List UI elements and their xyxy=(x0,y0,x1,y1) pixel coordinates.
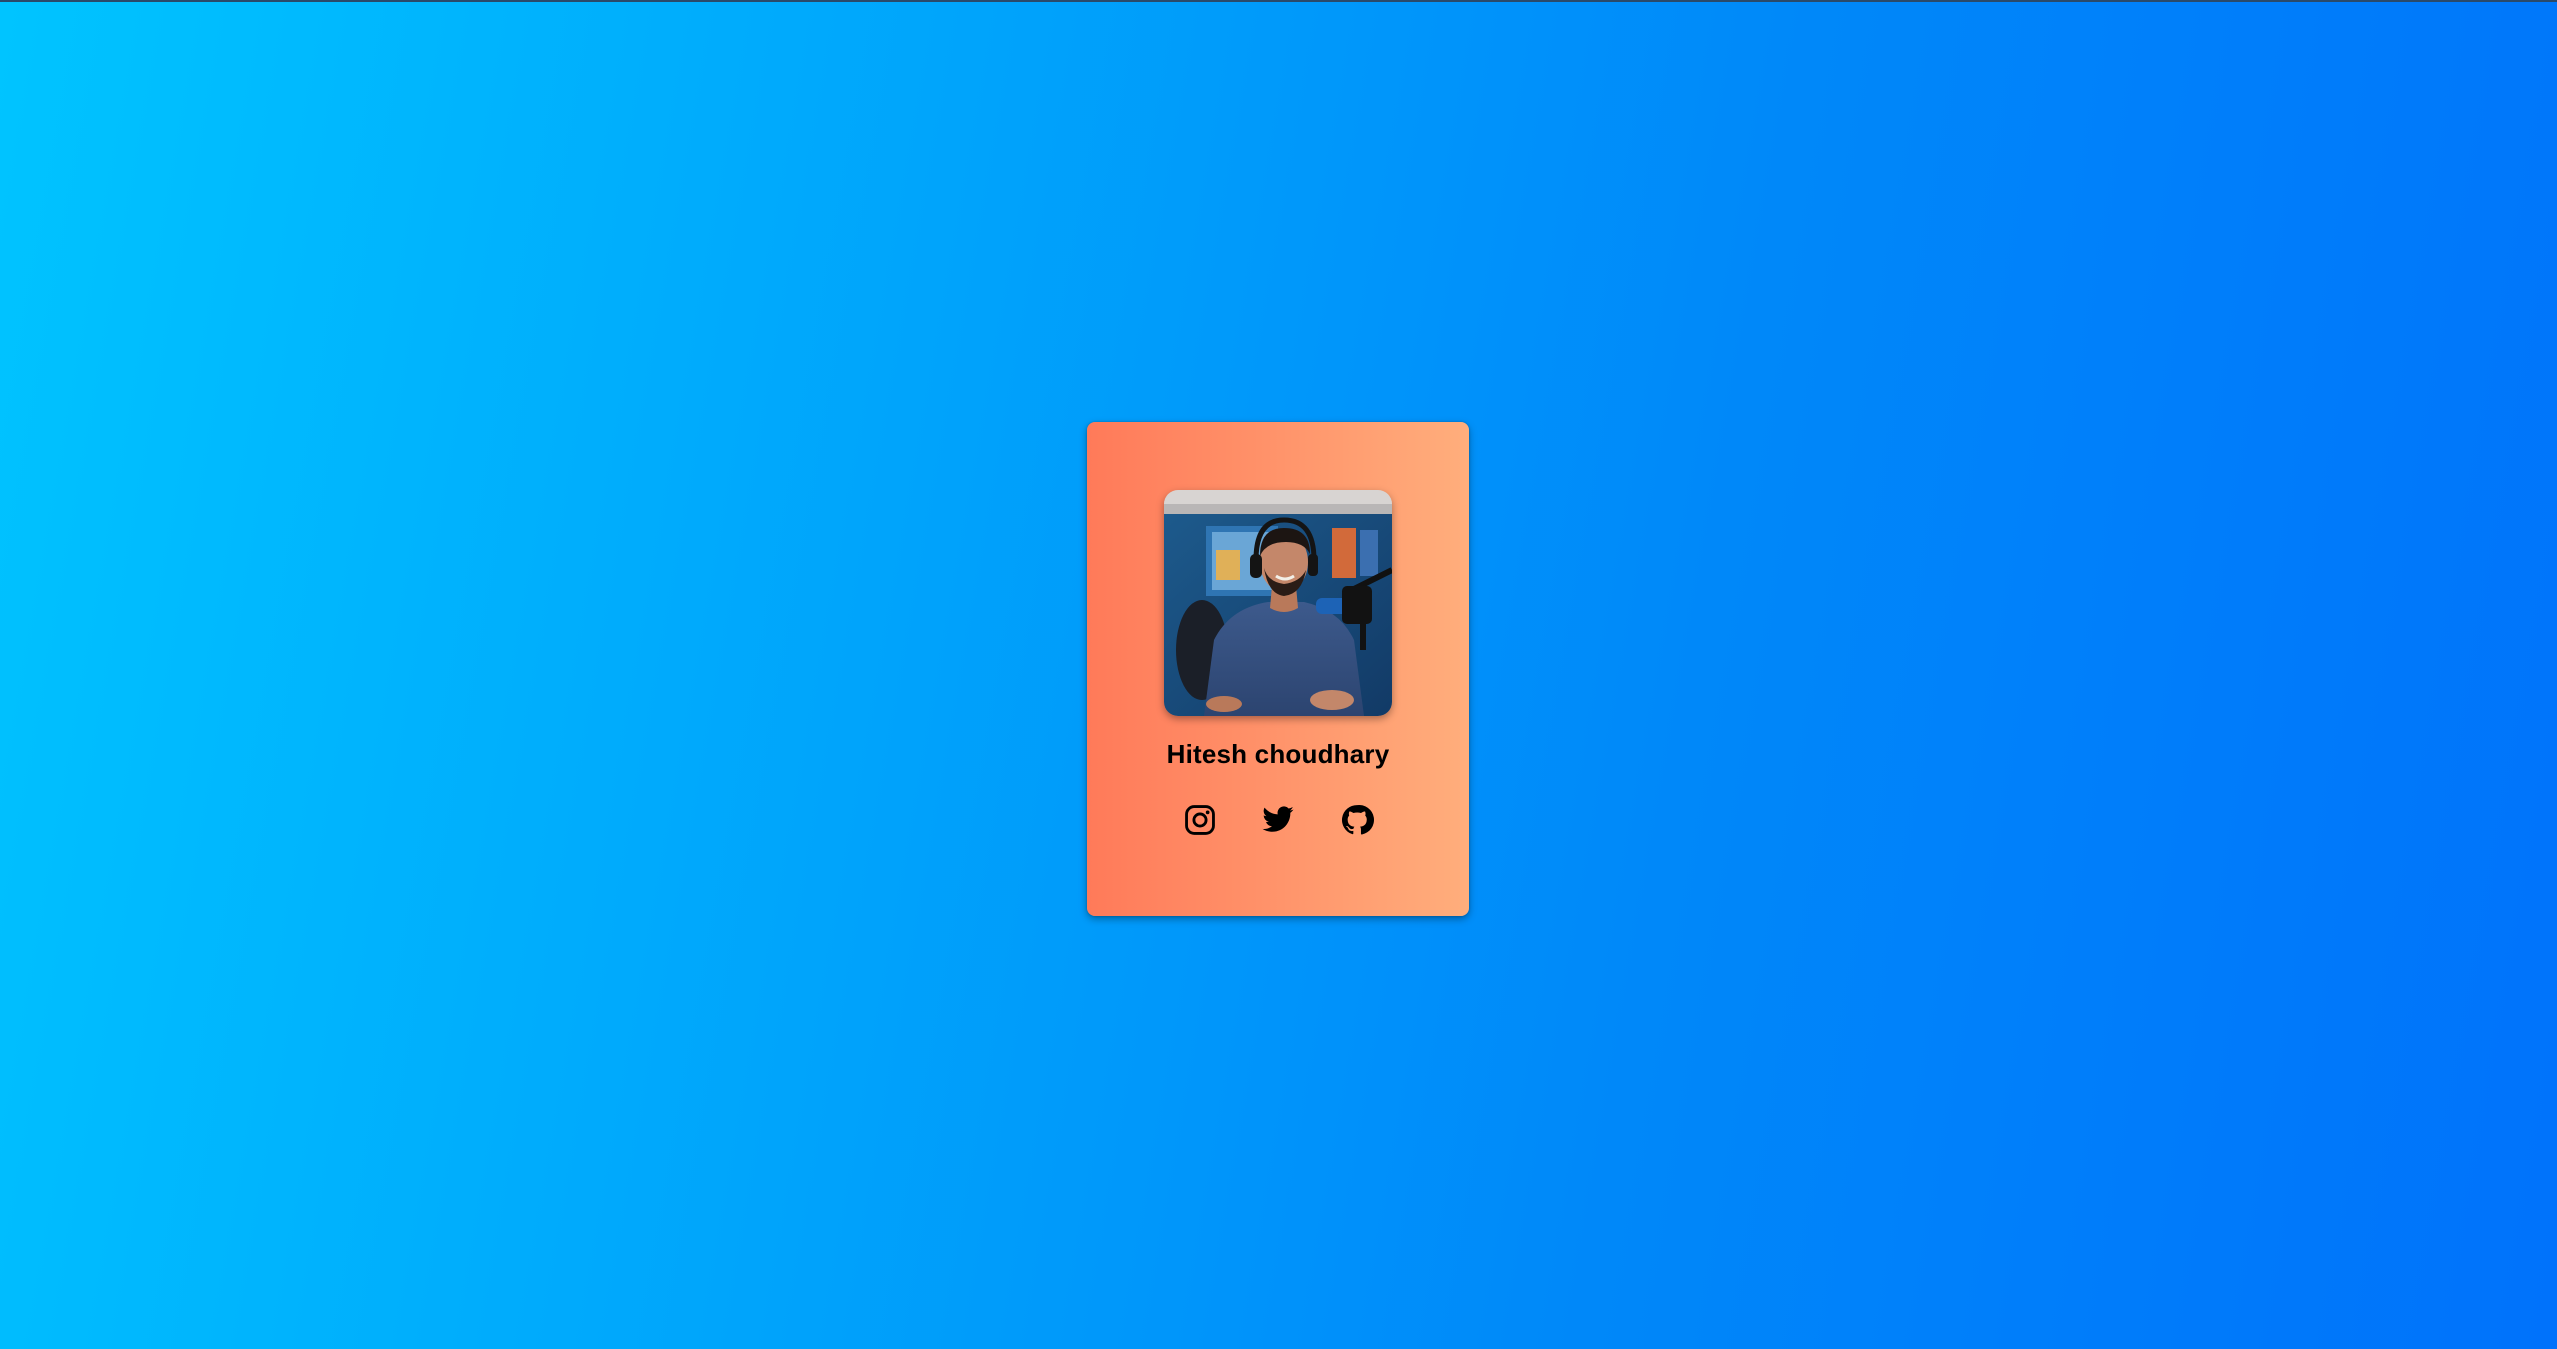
instagram-icon[interactable] xyxy=(1180,800,1220,840)
profile-photo xyxy=(1164,490,1392,716)
profile-name: Hitesh choudhary xyxy=(1166,739,1390,769)
social-links xyxy=(1087,800,1469,840)
github-icon[interactable] xyxy=(1337,800,1377,840)
twitter-icon[interactable] xyxy=(1258,800,1298,840)
profile-card: Hitesh choudhary xyxy=(1087,422,1469,916)
